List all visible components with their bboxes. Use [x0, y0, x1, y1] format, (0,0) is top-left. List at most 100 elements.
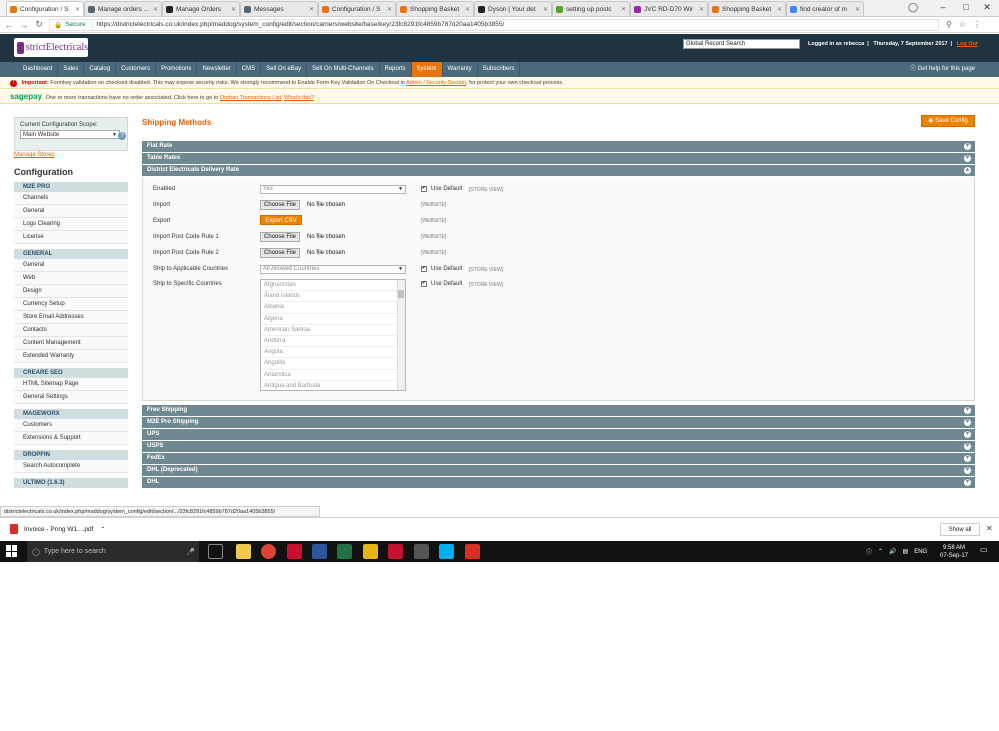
- expand-icon[interactable]: ▼: [964, 467, 971, 474]
- file-explorer-icon[interactable]: [236, 544, 251, 559]
- language-indicator[interactable]: ENG: [914, 549, 927, 555]
- specific-countries-multiselect[interactable]: Afghanistan Åland Islands Albania Algeria Am…: [260, 279, 406, 391]
- show-all-button[interactable]: Show all: [940, 523, 980, 536]
- close-tab-icon[interactable]: ✕: [231, 6, 236, 13]
- country-option[interactable]: Albania: [261, 302, 405, 314]
- country-option[interactable]: Afghanistan: [261, 280, 405, 292]
- enabled-use-default-checkbox[interactable]: [421, 185, 427, 192]
- notes-icon[interactable]: [363, 544, 378, 559]
- menu-icon[interactable]: ⋮: [973, 20, 981, 29]
- close-tab-icon[interactable]: ✕: [543, 6, 548, 13]
- url-input[interactable]: 🔒 Secure | https://districtelectricals.c…: [49, 18, 939, 31]
- forward-icon[interactable]: →: [18, 20, 30, 30]
- browser-tab[interactable]: Manage Orders ✕: [162, 1, 240, 16]
- expand-icon[interactable]: ▼: [964, 455, 971, 462]
- minimize-icon[interactable]: –: [932, 0, 954, 14]
- rule2-choose-file-button[interactable]: Choose File: [260, 248, 301, 258]
- sidebar-item-html-sitemap-page[interactable]: HTML Sitemap Page: [14, 378, 128, 391]
- browser-tab[interactable]: Messages ✕: [240, 1, 318, 16]
- browser-tab[interactable]: JVC RD-D70 Wir ✕: [630, 1, 708, 16]
- word-icon[interactable]: [312, 544, 327, 559]
- mcafee-icon[interactable]: [388, 544, 403, 559]
- expand-icon[interactable]: ▼: [964, 143, 971, 150]
- enabled-select[interactable]: Yes ▼: [260, 185, 406, 194]
- volume-icon[interactable]: 🔊: [889, 548, 896, 555]
- close-tab-icon[interactable]: ✕: [465, 6, 470, 13]
- sidebar-item-general[interactable]: General: [14, 205, 128, 218]
- close-tab-icon[interactable]: ✕: [621, 6, 626, 13]
- expand-icon[interactable]: ▼: [964, 479, 971, 486]
- section-header-ups[interactable]: UPS ▼: [142, 429, 975, 440]
- nav-item-sell-on-multi-channels[interactable]: Sell On Multi-Channels: [307, 62, 380, 77]
- close-tab-icon[interactable]: ✕: [777, 6, 782, 13]
- save-config-button[interactable]: ◉ Save Config: [921, 115, 975, 127]
- expand-icon[interactable]: ▼: [964, 431, 971, 438]
- browser-tab[interactable]: Shopping Basket ✕: [396, 1, 474, 16]
- logout-link[interactable]: Log Out: [957, 41, 978, 47]
- browser-tab[interactable]: Shopping Basket ✕: [708, 1, 786, 16]
- chrome-icon[interactable]: [261, 544, 276, 559]
- nav-item-promotions[interactable]: Promotions: [156, 62, 198, 77]
- section-header-district-electricals-delivery-rate[interactable]: District Electricals Delivery Rate ▲: [142, 165, 975, 176]
- excel-icon[interactable]: [337, 544, 352, 559]
- browser-tab[interactable]: Dyson | Your det ✕: [474, 1, 552, 16]
- nav-item-cms[interactable]: CMS: [237, 62, 262, 77]
- close-tab-icon[interactable]: ✕: [75, 6, 80, 13]
- nav-item-customers[interactable]: Customers: [116, 62, 157, 77]
- task-view-icon[interactable]: [208, 544, 223, 559]
- country-option[interactable]: Antigua and Barbuda: [261, 381, 405, 390]
- sidebar-item-currency-setup[interactable]: Currency Setup: [14, 298, 128, 311]
- windows-start-icon[interactable]: [6, 545, 18, 557]
- applicable-use-default-checkbox[interactable]: [421, 265, 427, 272]
- sidebar-item-channels[interactable]: Channels: [14, 192, 128, 205]
- collapse-icon[interactable]: ▲: [964, 167, 971, 174]
- sidebar-item-design[interactable]: Design: [14, 285, 128, 298]
- nav-item-catalog[interactable]: Catalog: [84, 62, 117, 77]
- scrollbar-thumb[interactable]: [398, 290, 404, 298]
- scope-select[interactable]: Main Website ▼: [20, 130, 120, 139]
- section-header-m2e-pro-shipping[interactable]: M2E Pro Shipping ▼: [142, 417, 975, 428]
- browser-tab[interactable]: Configuration / S ✕: [6, 1, 84, 16]
- scope-help-icon[interactable]: ?: [118, 132, 126, 140]
- up-arrow-icon[interactable]: ⌃: [878, 548, 883, 555]
- nav-item-dashboard[interactable]: Dashboard: [18, 62, 59, 77]
- nav-item-newsletter[interactable]: Newsletter: [197, 62, 237, 77]
- nav-item-sales[interactable]: Sales: [58, 62, 85, 77]
- sidebar-item-store-email-addresses[interactable]: Store Email Addresses: [14, 311, 128, 324]
- nav-item-reports[interactable]: Reports: [380, 62, 412, 77]
- maximize-icon[interactable]: □: [955, 0, 977, 14]
- rule1-choose-file-button[interactable]: Choose File: [260, 232, 301, 242]
- notifications-icon[interactable]: ▭: [980, 545, 988, 554]
- close-tab-icon[interactable]: ✕: [855, 6, 860, 13]
- country-option[interactable]: American Samoa: [261, 325, 405, 336]
- countries-scrollbar[interactable]: [397, 280, 405, 390]
- section-header-dhl-deprecated[interactable]: DHL (Deprecated) ▼: [142, 465, 975, 476]
- expand-icon[interactable]: ▼: [964, 155, 971, 162]
- help-link[interactable]: ⓘ Get help for this page: [910, 62, 975, 77]
- sidebar-item-extensions-support[interactable]: Extensions & Support: [14, 432, 128, 445]
- acrobat-icon[interactable]: [465, 544, 480, 559]
- section-header-free-shipping[interactable]: Free Shipping ▼: [142, 405, 975, 416]
- orphan-transactions-link[interactable]: Orphan Transactions List: [220, 95, 281, 101]
- help-tray-icon[interactable]: ⓘ: [866, 547, 872, 556]
- security-section-link[interactable]: Admin / Security Section: [406, 80, 466, 86]
- nav-item-system[interactable]: System: [411, 62, 443, 77]
- section-header-table-rates[interactable]: Table Rates ▼: [142, 153, 975, 164]
- skype-icon[interactable]: [439, 544, 454, 559]
- close-window-icon[interactable]: ✕: [976, 0, 998, 14]
- store-logo[interactable]: strictElectricals: [14, 38, 88, 57]
- sidebar-item-search-autocomplete[interactable]: Search Autocomplete: [14, 460, 128, 473]
- sidebar-item-extended-warranty[interactable]: Extended Warranty: [14, 350, 128, 363]
- country-option[interactable]: Angola: [261, 347, 405, 359]
- network-icon[interactable]: ▤: [903, 548, 909, 555]
- close-tab-icon[interactable]: ✕: [699, 6, 704, 13]
- country-option[interactable]: Åland Islands: [261, 291, 405, 303]
- country-option[interactable]: Anguilla: [261, 358, 405, 370]
- sidebar-item-web[interactable]: Web: [14, 272, 128, 285]
- browser-tab[interactable]: find creator of m ✕: [786, 1, 864, 16]
- nav-item-warranty[interactable]: Warranty: [443, 62, 478, 77]
- download-item[interactable]: Invoice - Pring W1....pdf ⌃: [10, 524, 105, 534]
- sidebar-item-logs-clearing[interactable]: Logs Clearing: [14, 218, 128, 231]
- section-header-fedex[interactable]: FedEx ▼: [142, 453, 975, 464]
- section-header-usps[interactable]: USPS ▼: [142, 441, 975, 452]
